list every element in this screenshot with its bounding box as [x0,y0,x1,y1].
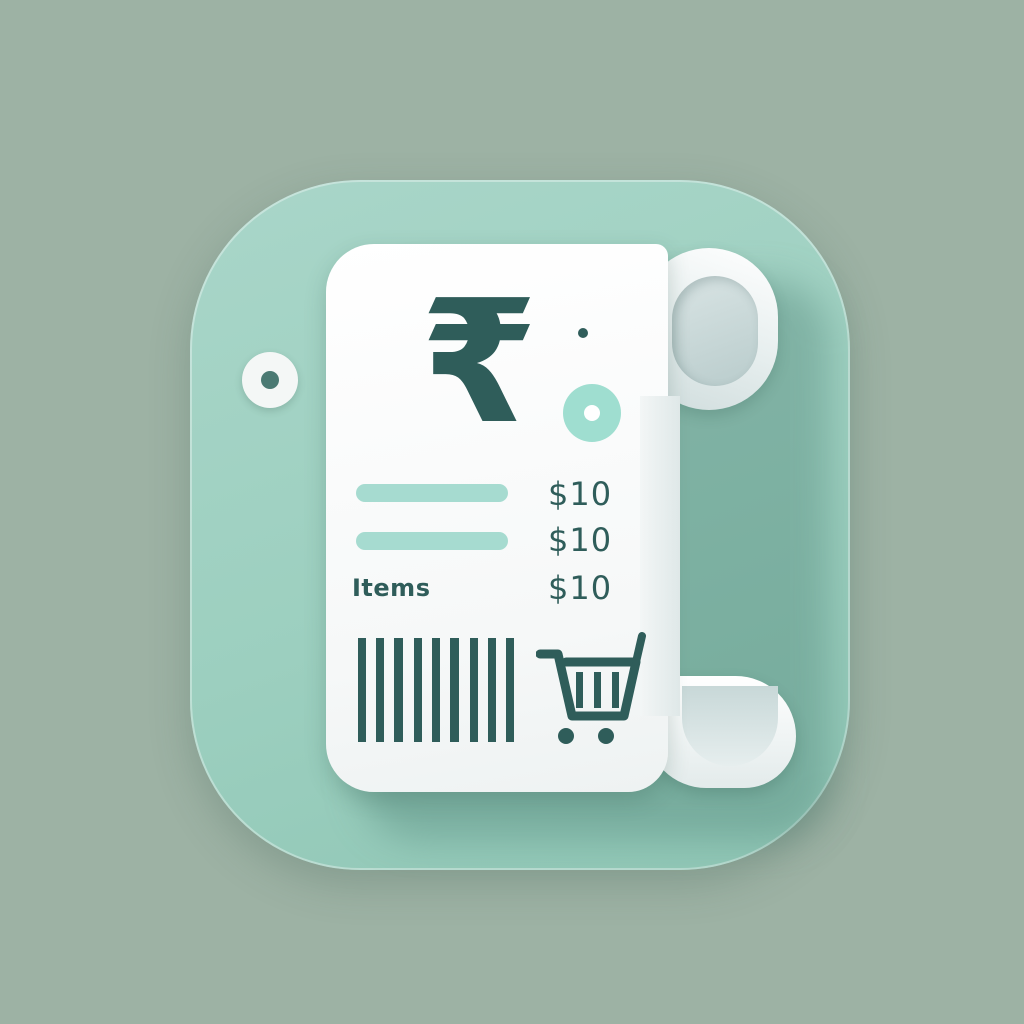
rupee-dot-decoration [578,328,588,338]
icon-canvas: { "receipt": { "currency_symbol": "₹", "… [0,0,1024,1024]
accent-dot-decoration [563,384,621,442]
line-item-price: $10 [548,521,613,559]
tile-dot-decoration [242,352,298,408]
paper-roll-top-inner [672,276,758,386]
line-item-price: $10 [548,569,613,607]
items-label: Items [352,574,431,602]
barcode-icon [358,638,514,742]
rupee-icon: ₹ [420,264,539,462]
shopping-cart-icon [536,632,646,744]
line-item-bar [356,484,508,502]
line-item-price: $10 [548,475,613,513]
line-item-bar [356,532,508,550]
